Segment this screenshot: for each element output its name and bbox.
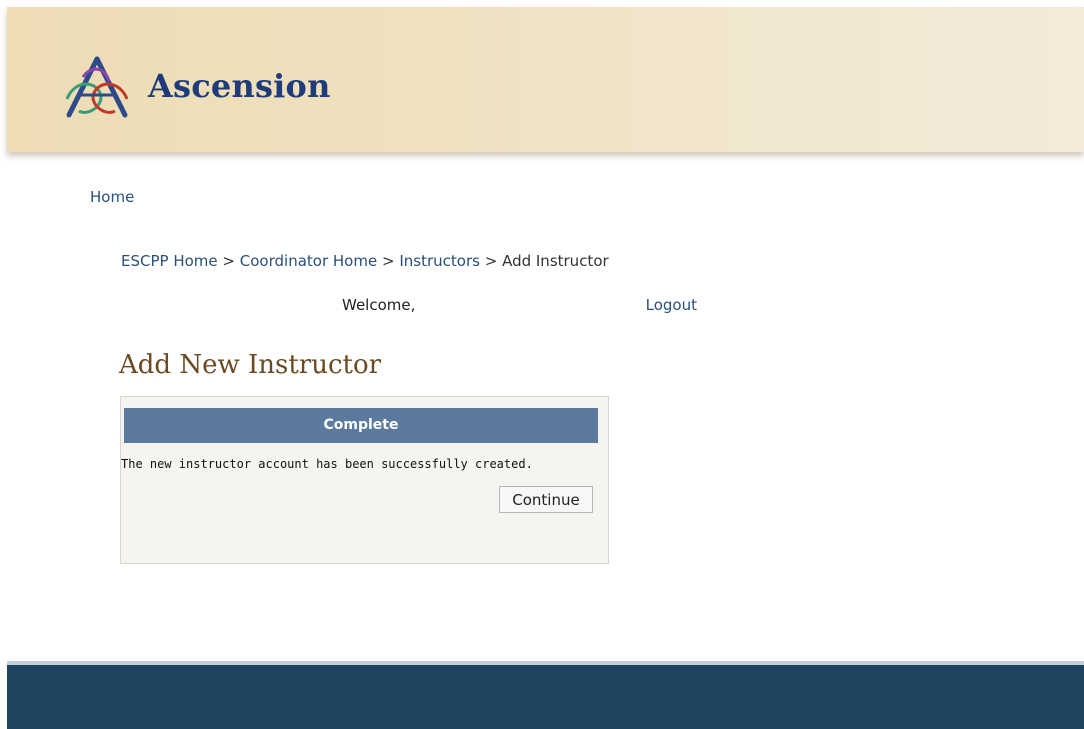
nav-home-link[interactable]: Home <box>90 188 134 206</box>
breadcrumb: ESCPP Home > Coordinator Home > Instruct… <box>121 252 609 270</box>
continue-button[interactable]: Continue <box>499 486 593 513</box>
username-redacted <box>441 296 621 316</box>
site-footer <box>7 661 1084 729</box>
welcome-label: Welcome, <box>342 296 416 314</box>
breadcrumb-current: Add Instructor <box>502 252 609 270</box>
breadcrumb-separator: > <box>222 252 235 270</box>
page: Ascension Home ESCPP Home > Coordinator … <box>0 0 1084 729</box>
panel-status-header: Complete <box>124 408 598 443</box>
breadcrumb-separator: > <box>381 252 395 270</box>
completion-panel: Complete The new instructor account has … <box>120 396 609 564</box>
success-message: The new instructor account has been succ… <box>121 457 533 471</box>
breadcrumb-separator: > <box>484 252 498 270</box>
site-header: Ascension <box>7 7 1084 152</box>
user-bar: Welcome, Logout <box>121 296 697 318</box>
breadcrumb-coordinator-home[interactable]: Coordinator Home <box>240 252 377 270</box>
page-title: Add New Instructor <box>119 350 382 380</box>
ascension-logo-icon[interactable] <box>61 55 133 121</box>
logout-link[interactable]: Logout <box>646 296 697 314</box>
brand-name: Ascension <box>148 67 331 105</box>
breadcrumb-instructors[interactable]: Instructors <box>399 252 480 270</box>
breadcrumb-escpp-home[interactable]: ESCPP Home <box>121 252 218 270</box>
